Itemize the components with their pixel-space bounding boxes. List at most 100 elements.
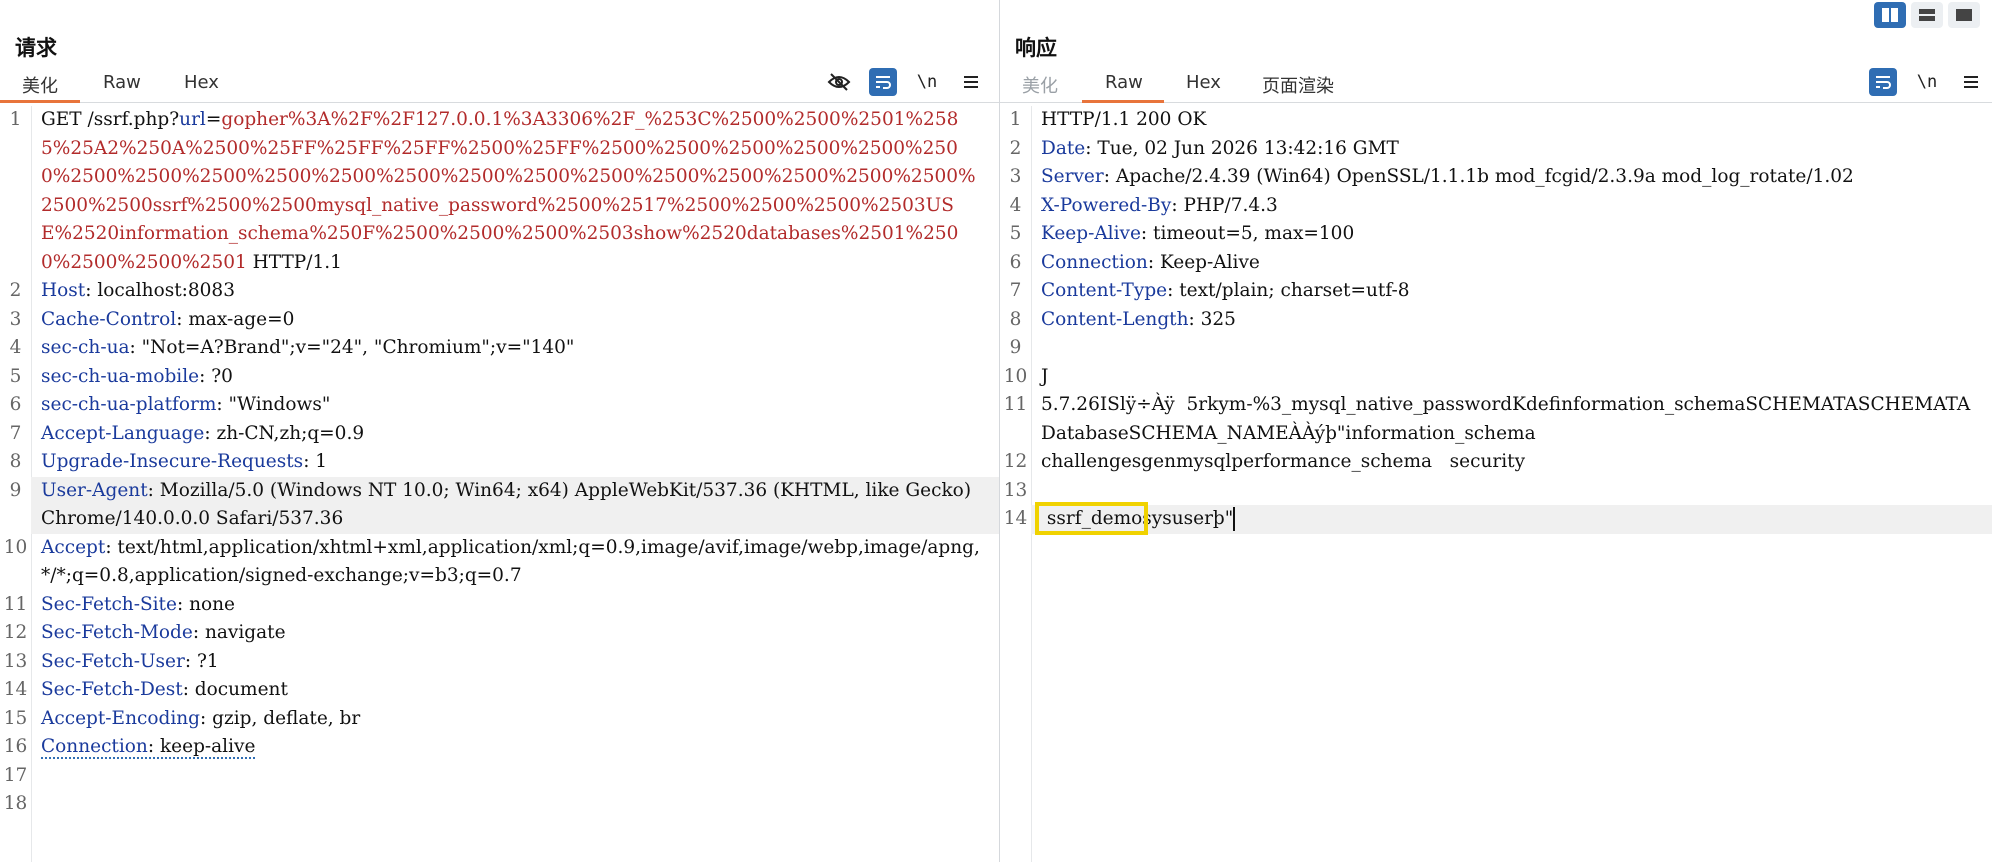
http-version: HTTP/1.1 [246,251,342,273]
show-newlines-button[interactable]: \n [913,68,941,96]
line-number: 6 [1009,251,1022,273]
line-number: 10 [1003,365,1028,387]
tab-pretty[interactable]: 美化 [1022,72,1058,106]
code-line: 3 Cache-Control: max-age=0 [0,306,999,335]
query-param-value: gopher%3A%2F%2F127.0.0.1%3A3306%2F_%253C… [41,109,976,273]
line-content [1031,334,1992,363]
code-line: 10 J [1000,363,1992,392]
line-number: 4 [9,337,22,358]
line-number: 1 [9,109,22,130]
tab-raw[interactable]: Raw [103,72,141,101]
code-line-highlighted: 9 User-Agent: Mozilla/5.0 (Windows NT 10… [0,476,999,534]
code-line: 7 Accept-Language: zh-CN,zh;q=0.9 [0,420,999,449]
line-number: 3 [1009,166,1022,187]
code-line: 9 [1000,334,1992,363]
wrap-lines-icon[interactable] [1869,68,1897,96]
wrap-lines-icon[interactable] [869,68,897,96]
query-equals: = [205,109,222,130]
header-value: : "Windows" [216,394,331,415]
header-name: sec-ch-ua-platform [41,394,217,415]
line-number: 11 [3,593,28,615]
line-content [1031,477,1992,506]
header-value: : Mozilla/5.0 (Windows NT 10.0; Win64; x… [41,479,977,530]
code-line: 5 Keep-Alive: timeout=5, max=100 [1000,220,1992,249]
line-number: 5 [9,365,22,387]
line-content: Content-Type: text/plain; charset=utf-8 [1031,277,1992,306]
line-number: 7 [1009,280,1022,301]
line-content: sec-ch-ua-mobile: ?0 [31,363,999,392]
line-number: 14 [1003,508,1028,529]
line-content: Keep-Alive: timeout=5, max=100 [1031,220,1992,249]
line-number: 4 [1009,194,1022,216]
line-content: Accept-Encoding: gzip, deflate, br [31,705,999,734]
line-content: Cache-Control: max-age=0 [31,306,999,335]
code-line: 17 [0,762,999,791]
line-number: 12 [3,622,28,643]
line-content: sec-ch-ua-platform: "Windows" [31,391,999,420]
tab-label: Hex [1186,72,1221,93]
header-name: Sec-Fetch-Dest [41,679,183,700]
line-content: Server: Apache/2.4.39 (Win64) OpenSSL/1.… [1031,163,1992,192]
tab-render[interactable]: 页面渲染 [1262,72,1334,106]
line-content: Date: Tue, 02 Jun 2026 13:42:16 GMT [1031,135,1992,164]
body-line: challengesgenmysqlperformance_schema sec… [1041,451,1526,472]
request-editor[interactable]: 1 GET /ssrf.php?url=gopher%3A%2F%2F127.0… [0,106,999,862]
response-title: 响应 [1015,36,1057,60]
menu-icon[interactable] [1957,68,1985,96]
code-line: 1 HTTP/1.1 200 OK [1000,106,1992,135]
code-line: 18 [0,790,999,819]
header-value: : Tue, 02 Jun 2026 13:42:16 GMT [1085,137,1399,159]
tab-label: Raw [103,72,141,93]
tab-hex[interactable]: Hex [184,72,219,101]
line-number: 9 [1009,337,1022,358]
line-content: Accept-Language: zh-CN,zh;q=0.9 [31,420,999,449]
code-line: 16 Connection: keep-alive [0,733,999,762]
code-line: 5 sec-ch-ua-mobile: ?0 [0,363,999,392]
header-name: Accept-Language [41,422,205,444]
header-value: : none [176,593,235,615]
code-line: 11 Sec-Fetch-Site: none [0,591,999,620]
tab-hex[interactable]: Hex [1186,72,1221,101]
header-name: Connection [41,736,148,757]
header-value: : keep-alive [147,736,256,757]
tab-label: 美化 [22,76,58,97]
line-number: 1 [1009,109,1022,130]
header-name: Date [1041,137,1086,159]
menu-icon[interactable] [957,68,985,96]
line-content [31,790,999,819]
line-number: 10 [3,536,28,558]
show-newlines-button[interactable]: \n [1913,68,1941,96]
line-number: 12 [1003,451,1028,472]
line-number: 5 [1009,223,1022,244]
line-number: 14 [3,679,28,700]
hide-nonprintable-icon[interactable] [825,68,853,96]
code-line: 10 Accept: text/html,application/xhtml+x… [0,534,999,591]
response-panel: 响应 美化 Raw Hex 页面渲染 \n 1 HTTP/1.1 200 OK … [1000,0,1992,862]
line-number: 9 [9,479,22,501]
header-name: Sec-Fetch-User [41,650,185,672]
response-editor[interactable]: 1 HTTP/1.1 200 OK 2 Date: Tue, 02 Jun 20… [1000,106,1992,862]
header-value: : timeout=5, max=100 [1140,223,1355,244]
line-content: X-Powered-By: PHP/7.4.3 [1031,192,1992,221]
code-line: 3 Server: Apache/2.4.39 (Win64) OpenSSL/… [1000,163,1992,192]
line-number: 7 [9,422,22,444]
line-number: 3 [9,308,22,330]
tab-raw[interactable]: Raw [1105,72,1143,101]
line-number: 18 [3,793,28,814]
line-number: 16 [3,736,28,757]
line-number: 2 [9,280,22,301]
code-line: 7 Content-Type: text/plain; charset=utf-… [1000,277,1992,306]
body-line: ssrf_demosysuserþ" [1031,502,1992,535]
header-name: Sec-Fetch-Mode [41,622,193,643]
line-content: Connection: keep-alive [31,733,999,762]
header-value: : "Not=A?Brand";v="24", "Chromium";v="14… [129,337,575,358]
request-panel: 请求 美化 Raw Hex \n 1 GET /ssrf.php?url=gop… [0,0,1000,862]
header-value: : zh-CN,zh;q=0.9 [204,422,365,444]
header-value: : text/html,application/xhtml+xml,applic… [41,536,980,587]
line-number: 17 [3,764,28,786]
line-content: Upgrade-Insecure-Requests: 1 [31,448,999,477]
header-name: User-Agent [41,479,148,501]
code-line: 12 Sec-Fetch-Mode: navigate [0,619,999,648]
header-name: sec-ch-ua-mobile [41,365,200,387]
status-line: HTTP/1.1 200 OK [1041,109,1207,130]
